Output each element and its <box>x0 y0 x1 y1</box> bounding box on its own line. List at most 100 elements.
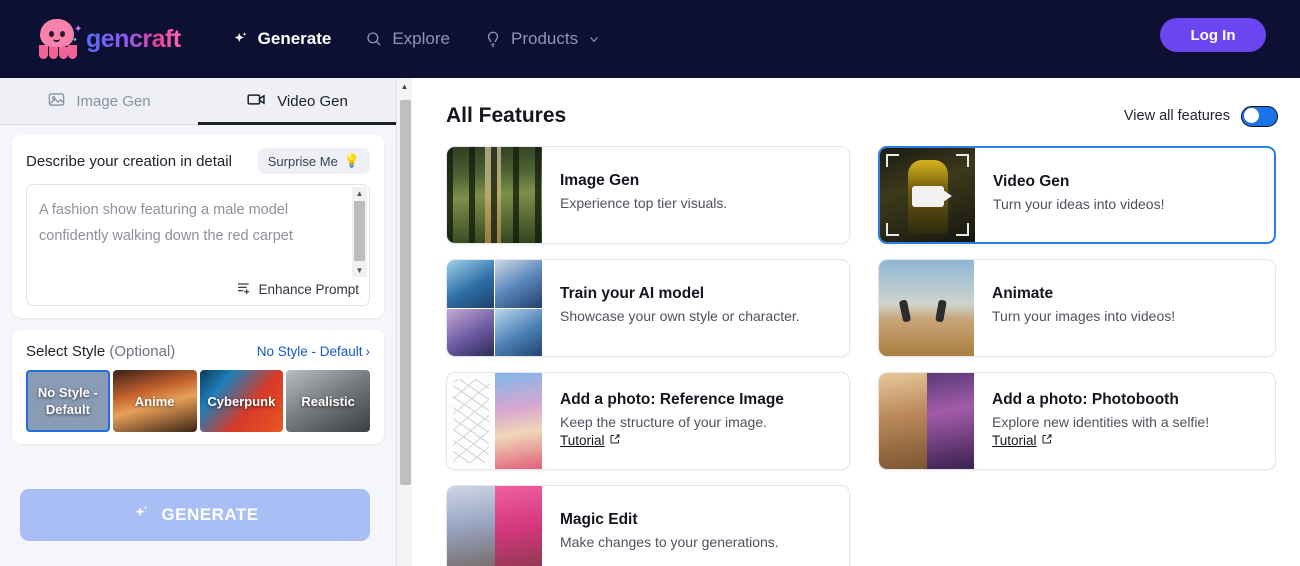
search-icon <box>365 30 383 48</box>
sketch-color-thumbnail-icon <box>447 373 542 469</box>
describe-card: Describe your creation in detail Surpris… <box>12 135 384 318</box>
tutorial-link-label: Tutorial <box>560 433 605 448</box>
feature-card-body: Video Gen Turn your ideas into videos! <box>975 148 1164 242</box>
feature-card-add-a-photo-reference-image[interactable]: Add a photo: Reference Image Keep the st… <box>446 372 850 470</box>
chevron-down-icon <box>587 32 601 46</box>
tab-video-gen[interactable]: Video Gen <box>198 78 396 125</box>
surprise-me-button[interactable]: Surprise Me 💡 <box>257 148 370 174</box>
feature-title: Image Gen <box>560 172 640 189</box>
feature-card-video-gen[interactable]: Video Gen Turn your ideas into videos! <box>878 146 1276 244</box>
generation-mode-tabs: Image Gen Video Gen <box>0 78 396 125</box>
style-tile-label: Realistic <box>301 393 355 409</box>
page-title: All Features <box>446 104 567 127</box>
top-navigation-bar: ✦ ✦ gencraft ✦ Generate Explore <box>0 0 1300 78</box>
prompt-scroll-up-icon[interactable]: ▲ <box>352 187 367 200</box>
brand-wordmark: gencraft <box>86 24 181 53</box>
nav-item-explore[interactable]: Explore <box>351 21 464 57</box>
scrollbar-thumb[interactable] <box>400 100 411 485</box>
view-all-features-control: View all features <box>1124 105 1278 127</box>
external-link-icon <box>1041 433 1053 448</box>
feature-description: Make changes to your generations. <box>560 534 779 550</box>
tutorial-link[interactable]: Tutorial <box>560 433 621 448</box>
feature-title: Add a photo: Reference Image <box>560 391 784 408</box>
prompt-textarea-wrapper[interactable]: A fashion show featuring a male model co… <box>26 184 370 306</box>
scroll-up-icon[interactable]: ▲ <box>397 78 412 94</box>
generate-button[interactable]: GENERATE <box>20 489 370 541</box>
login-button[interactable]: Log In <box>1160 18 1266 52</box>
feature-card-train-your-ai-model[interactable]: Train your AI model Showcase your own st… <box>446 259 850 357</box>
video-overlay-icon <box>912 186 952 207</box>
feature-description: Keep the structure of your image. <box>560 414 767 430</box>
style-tile-label: Cyberpunk <box>207 393 276 409</box>
feature-description: Showcase your own style or character. <box>560 308 800 324</box>
feature-description: Experience top tier visuals. <box>560 195 728 211</box>
describe-header: Describe your creation in detail Surpris… <box>26 148 370 174</box>
features-grid: Image Gen Experience top tier visuals. V… <box>413 128 1300 566</box>
enhance-prompt-button[interactable]: Enhance Prompt <box>236 280 359 299</box>
left-panel-scrollbar[interactable]: ▲ <box>396 78 412 566</box>
panel-body: Describe your creation in detail Surpris… <box>0 125 396 566</box>
prompt-input[interactable]: A fashion show featuring a male model co… <box>27 185 369 249</box>
feature-card-magic-edit[interactable]: Magic Edit Make changes to your generati… <box>446 485 850 566</box>
feature-title: Video Gen <box>993 173 1070 190</box>
tab-image-gen-label: Image Gen <box>76 92 151 110</box>
brand-logo[interactable]: ✦ ✦ gencraft ✦ <box>36 0 1300 59</box>
sparkle-icon <box>231 30 249 48</box>
lightbulb-icon <box>484 30 502 48</box>
enhance-icon <box>236 280 252 299</box>
style-tile-anime[interactable]: Anime <box>112 370 197 432</box>
tab-image-gen[interactable]: Image Gen <box>0 78 198 124</box>
nav-item-products[interactable]: Products <box>470 21 615 57</box>
prompt-scroll-down-icon[interactable]: ▼ <box>352 264 367 277</box>
selected-style-link[interactable]: No Style - Default › <box>257 344 370 359</box>
features-panel: All Features View all features Image Gen… <box>413 78 1300 566</box>
feature-description: Explore new identities with a selfie! <box>992 414 1210 430</box>
feature-title: Add a photo: Photobooth <box>992 391 1179 408</box>
feature-card-image-gen[interactable]: Image Gen Experience top tier visuals. <box>446 146 850 244</box>
sparkle-icon <box>131 503 151 528</box>
features-header: All Features View all features <box>413 78 1300 128</box>
feature-title: Magic Edit <box>560 511 638 528</box>
feature-card-body: Add a photo: Photobooth Explore new iden… <box>974 373 1209 469</box>
feature-title: Animate <box>992 285 1054 302</box>
nav-item-generate[interactable]: Generate <box>217 21 346 57</box>
view-all-features-toggle[interactable] <box>1241 105 1278 127</box>
selected-style-label: No Style - Default <box>256 344 363 359</box>
nav-item-generate-label: Generate <box>257 29 332 48</box>
portraits-thumbnail-icon <box>879 373 974 469</box>
feature-card-animate[interactable]: Animate Turn your images into videos! <box>878 259 1276 357</box>
style-tile-cyberpunk[interactable]: Cyberpunk <box>199 370 284 432</box>
runners-thumbnail-icon <box>879 260 974 356</box>
feature-card-body: Image Gen Experience top tier visuals. <box>542 147 727 243</box>
nav-items: Generate Explore Products <box>217 21 615 57</box>
style-tile-label: No Style - Default <box>37 385 98 417</box>
generate-button-label: GENERATE <box>161 505 259 524</box>
feature-card-add-a-photo-photobooth[interactable]: Add a photo: Photobooth Explore new iden… <box>878 372 1276 470</box>
tutorial-link-label: Tutorial <box>992 433 1037 448</box>
select-style-optional: (Optional) <box>109 343 176 360</box>
anime-grid-thumbnail-icon <box>447 260 542 356</box>
select-style-card: Select Style (Optional) No Style - Defau… <box>12 330 384 444</box>
lightbulb-emoji-icon: 💡 <box>343 153 360 168</box>
feature-card-body: Animate Turn your images into videos! <box>974 260 1175 356</box>
octopus-logo-icon: ✦ ✦ <box>36 19 82 59</box>
select-style-header: Select Style (Optional) No Style - Defau… <box>26 343 370 360</box>
style-tile-realistic[interactable]: Realistic <box>286 370 370 432</box>
magic-edit-thumbnail-icon <box>447 486 542 566</box>
image-icon <box>47 90 66 113</box>
style-tile-no-style-default[interactable]: No Style - Default <box>26 370 110 432</box>
feature-description: Turn your images into videos! <box>992 308 1176 324</box>
describe-label: Describe your creation in detail <box>26 152 232 170</box>
video-robot-thumbnail-icon <box>880 148 975 242</box>
feature-title: Train your AI model <box>560 285 705 302</box>
nav-item-explore-label: Explore <box>392 29 450 48</box>
surprise-me-label: Surprise Me <box>267 153 338 169</box>
tab-video-gen-label: Video Gen <box>277 92 348 110</box>
tutorial-link[interactable]: Tutorial <box>992 433 1053 448</box>
prompt-scrollbar[interactable]: ▲ ▼ <box>352 187 367 277</box>
prompt-scroll-thumb[interactable] <box>354 201 365 261</box>
feature-card-body: Add a photo: Reference Image Keep the st… <box>542 373 784 469</box>
feature-description: Turn your ideas into videos! <box>993 196 1165 212</box>
select-style-title-main: Select Style <box>26 343 106 360</box>
nav-item-products-label: Products <box>510 29 579 48</box>
